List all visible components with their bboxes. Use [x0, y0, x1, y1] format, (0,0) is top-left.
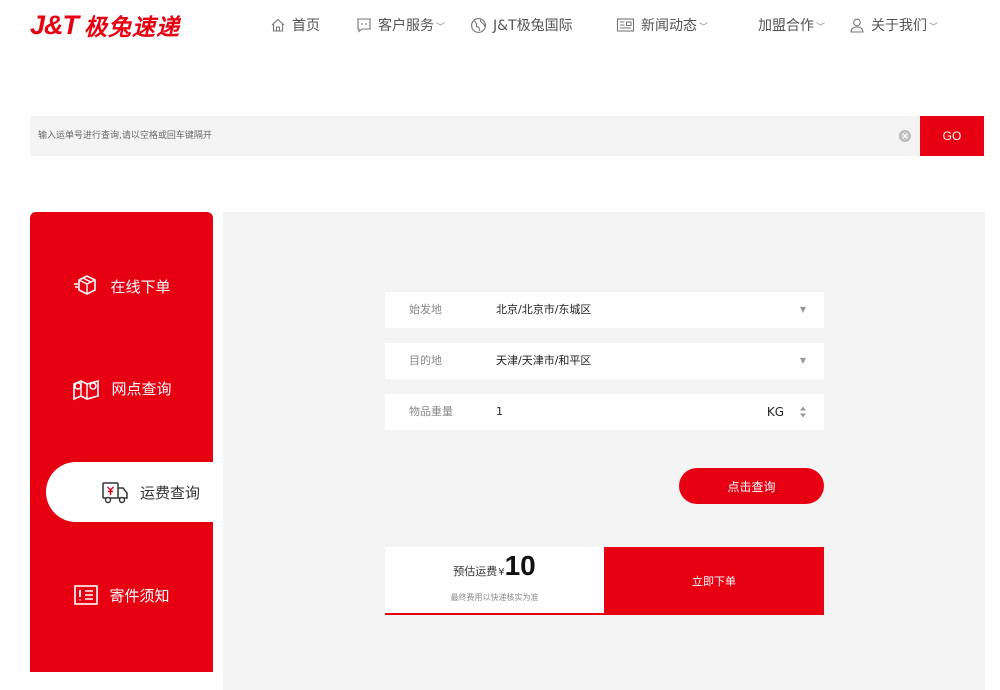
delivery-truck-icon: [102, 482, 128, 504]
destination-label: 目的地: [409, 354, 442, 367]
origin-select[interactable]: 始发地 北京/北京市/东城区 ▼: [385, 292, 824, 328]
sidebar-item-label: 网点查询: [111, 379, 172, 398]
estimate-box: 预估运费¥10 最终费用以快递核实为准: [385, 547, 604, 615]
notice-icon: [74, 585, 99, 605]
chevron-down-icon: ﹀: [699, 22, 709, 33]
sidebar-item-shipping-notice[interactable]: 寄件须知: [30, 565, 213, 625]
globe-icon: [471, 17, 486, 33]
weight-input[interactable]: 1: [496, 394, 503, 430]
nav-franchise[interactable]: 加盟合作 ﹀: [758, 13, 825, 37]
nav-news-label: 新闻动态: [641, 18, 697, 34]
chevron-down-icon: ﹀: [929, 22, 939, 33]
sidebar-item-online-order[interactable]: 在线下单: [30, 256, 213, 316]
estimate-result: 预估运费¥10 最终费用以快递核实为准 立即下单: [385, 547, 824, 615]
weight-unit: KG: [766, 405, 784, 419]
logo-latin: J&T: [30, 9, 79, 40]
nav-home[interactable]: 首页: [270, 13, 320, 37]
nav-franchise-label: 加盟合作: [758, 18, 814, 34]
tracking-search-bar: [30, 116, 920, 156]
fee-line: 预估运费¥10: [385, 550, 604, 582]
weight-field: 物品重量 1 KG: [385, 394, 824, 430]
query-button[interactable]: 点击查询: [679, 468, 824, 504]
nav-home-label: 首页: [292, 18, 320, 34]
package-icon: [74, 275, 97, 295]
nav-customer-service-label: 客户服务: [378, 18, 434, 34]
dropdown-arrow-icon: ▼: [799, 356, 806, 365]
map-location-icon: [73, 379, 100, 401]
origin-value: 北京/北京市/东城区: [496, 303, 592, 316]
nav-international[interactable]: J&T极兔国际: [470, 13, 573, 37]
weight-label: 物品重量: [409, 405, 453, 418]
logo-chinese: 极兔速递: [84, 15, 181, 41]
fee-label: 预估运费: [453, 565, 498, 578]
origin-label: 始发地: [409, 303, 442, 316]
chevron-down-icon: ﹀: [816, 22, 826, 33]
destination-select[interactable]: 目的地 天津/天津市/和平区 ▼: [385, 343, 824, 379]
home-icon: [271, 18, 285, 32]
nav-international-label: J&T极兔国际: [493, 18, 573, 34]
fee-note: 最终费用以快递核实为准: [450, 593, 539, 602]
order-now-button[interactable]: 立即下单: [604, 547, 824, 615]
nav-about[interactable]: 关于我们 ﹀: [849, 13, 938, 37]
news-icon: [616, 18, 635, 32]
go-button[interactable]: GO: [920, 116, 984, 156]
service-sidebar: 在线下单 网点查询 运费查询 寄件须知: [30, 212, 254, 672]
fee-value: 10: [504, 550, 536, 581]
sidebar-item-label: 寄件须知: [109, 586, 170, 605]
sidebar-item-label: 运费查询: [139, 483, 200, 502]
nav-about-label: 关于我们: [871, 18, 927, 34]
jt-logo[interactable]: J&T 极兔速递: [30, 8, 180, 42]
chevron-down-icon: ﹀: [436, 22, 446, 33]
freight-query-panel: 始发地 北京/北京市/东城区 ▼ 目的地 天津/天津市/和平区 ▼ 物品重量 1…: [223, 212, 985, 690]
weight-stepper-icon[interactable]: [799, 405, 807, 419]
sidebar-item-label: 在线下单: [110, 277, 171, 296]
clear-icon[interactable]: [898, 129, 912, 143]
destination-value: 天津/天津市/和平区: [496, 354, 592, 367]
chat-icon: [357, 18, 371, 33]
nav-news[interactable]: 新闻动态 ﹀: [616, 13, 708, 37]
dropdown-arrow-icon: ▼: [799, 305, 806, 314]
user-icon: [850, 18, 864, 33]
site-header: J&T 极兔速递 首页 客户服务 ﹀ J&T极兔国际 新闻动态 ﹀ 加盟合作 ﹀…: [0, 0, 1000, 52]
nav-customer-service[interactable]: 客户服务 ﹀: [356, 13, 445, 37]
sidebar-item-outlet-query[interactable]: 网点查询: [30, 358, 213, 418]
tracking-search-input[interactable]: [30, 116, 890, 156]
